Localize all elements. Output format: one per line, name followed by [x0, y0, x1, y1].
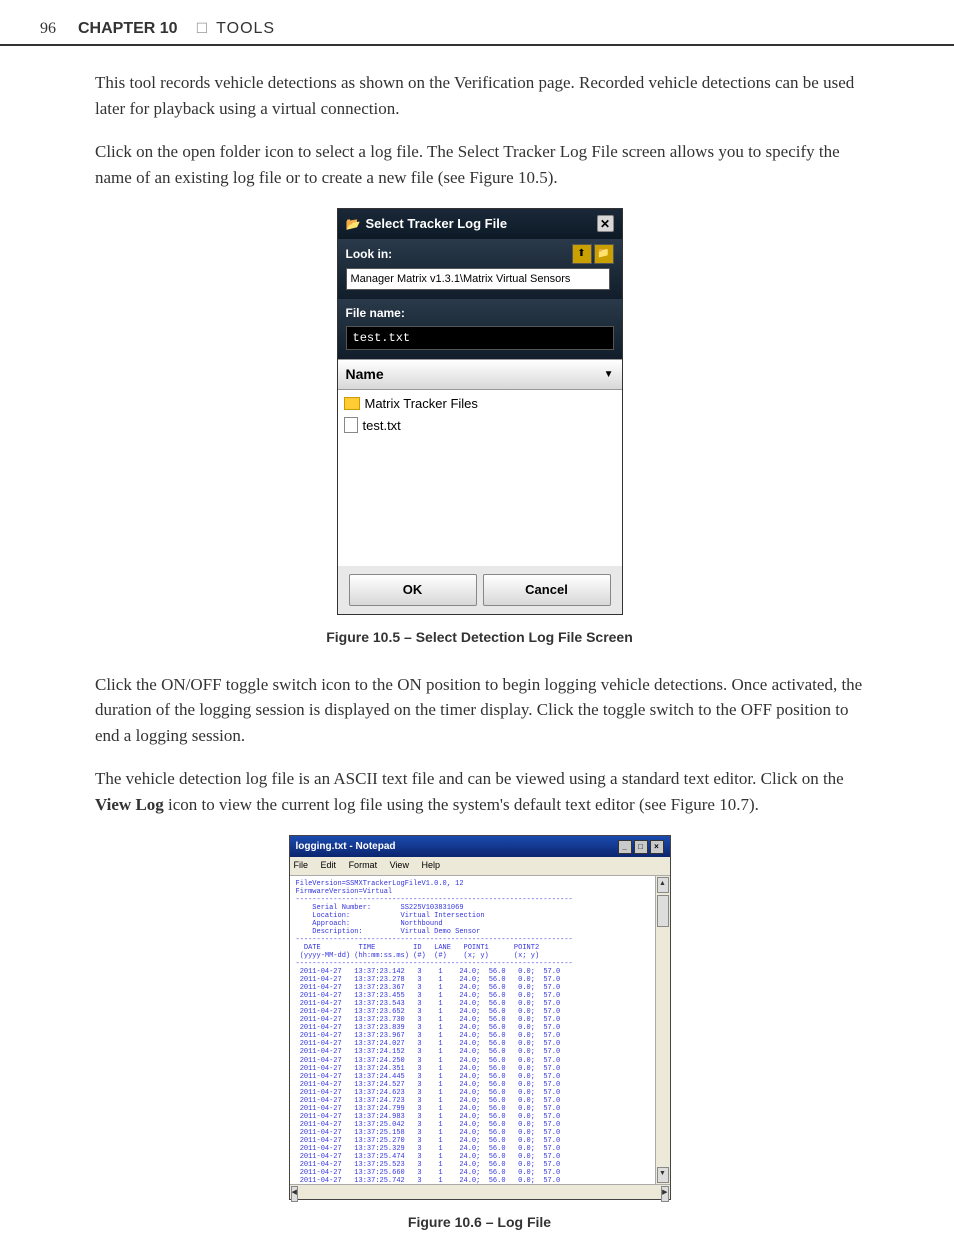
minimize-icon[interactable]: _ — [618, 840, 632, 854]
figure-caption-2: Figure 10.6 – Log File — [95, 1212, 864, 1233]
paragraph-3: Click the ON/OFF toggle switch icon to t… — [95, 672, 864, 749]
lookin-dropdown[interactable]: Manager Matrix v1.3.1\Matrix Virtual Sen… — [346, 268, 610, 291]
chapter-label: CHAPTER 10 — [78, 20, 178, 38]
filename-input[interactable]: test.txt — [346, 326, 614, 350]
view-log-label: View Log — [95, 795, 164, 814]
menu-help[interactable]: Help — [421, 860, 440, 870]
notepad-menu[interactable]: File Edit Format View Help — [290, 857, 670, 876]
up-folder-icon[interactable]: ⬆ — [572, 244, 592, 264]
ok-button[interactable]: OK — [349, 574, 477, 606]
select-tracker-log-dialog: 📂 Select Tracker Log File ✕ Look in: ⬆ 📁… — [337, 208, 623, 615]
vertical-scrollbar[interactable]: ▲ ▼ — [655, 876, 670, 1184]
name-column-header[interactable]: Name ▼ — [338, 359, 622, 390]
menu-file[interactable]: File — [294, 860, 309, 870]
close-icon[interactable]: ✕ — [597, 215, 614, 232]
menu-view[interactable]: View — [390, 860, 409, 870]
filename-label: File name: — [346, 304, 406, 322]
paragraph-2: Click on the open folder icon to select … — [95, 139, 864, 190]
page-header: 96 CHAPTER 10 ☐ TOOLS — [0, 0, 954, 46]
scroll-thumb[interactable] — [657, 895, 669, 927]
section-title: TOOLS — [216, 20, 275, 38]
folder-icon — [344, 397, 360, 410]
notepad-title: logging.txt - Notepad — [296, 839, 396, 854]
scroll-right-icon[interactable]: ▶ — [661, 1186, 668, 1202]
divider-icon: ☐ — [196, 21, 209, 38]
open-folder-icon: 📂 — [346, 215, 361, 233]
sort-arrow-icon: ▼ — [604, 367, 614, 382]
scroll-down-icon[interactable]: ▼ — [657, 1167, 669, 1183]
maximize-icon[interactable]: □ — [634, 840, 648, 854]
paragraph-1: This tool records vehicle detections as … — [95, 70, 864, 121]
main-content: This tool records vehicle detections as … — [0, 70, 954, 1233]
notepad-window: logging.txt - Notepad _ □ × File Edit Fo… — [289, 835, 671, 1200]
notepad-text-area[interactable]: FileVersion=SSMXTrackerLogFileV1.0.0, 12… — [290, 876, 655, 1184]
file-list[interactable]: Matrix Tracker Files test.txt — [338, 390, 622, 566]
figure-caption-1: Figure 10.5 – Select Detection Log File … — [95, 627, 864, 648]
dialog-title: Select Tracker Log File — [365, 214, 507, 234]
list-item[interactable]: Matrix Tracker Files — [344, 393, 616, 415]
scroll-left-icon[interactable]: ◀ — [291, 1186, 298, 1202]
lookin-label: Look in: — [346, 245, 406, 263]
scroll-up-icon[interactable]: ▲ — [657, 877, 669, 893]
notepad-titlebar: logging.txt - Notepad _ □ × — [290, 836, 670, 857]
list-item[interactable]: test.txt — [344, 415, 616, 437]
new-folder-icon[interactable]: 📁 — [594, 244, 614, 264]
dialog-titlebar: 📂 Select Tracker Log File ✕ — [338, 209, 622, 239]
close-icon[interactable]: × — [650, 840, 664, 854]
page-number: 96 — [40, 20, 56, 38]
horizontal-scrollbar[interactable]: ◀ ▶ — [290, 1184, 670, 1199]
cancel-button[interactable]: Cancel — [483, 574, 611, 606]
menu-edit[interactable]: Edit — [321, 860, 337, 870]
menu-format[interactable]: Format — [349, 860, 378, 870]
paragraph-4: The vehicle detection log file is an ASC… — [95, 766, 864, 817]
file-icon — [344, 417, 358, 433]
